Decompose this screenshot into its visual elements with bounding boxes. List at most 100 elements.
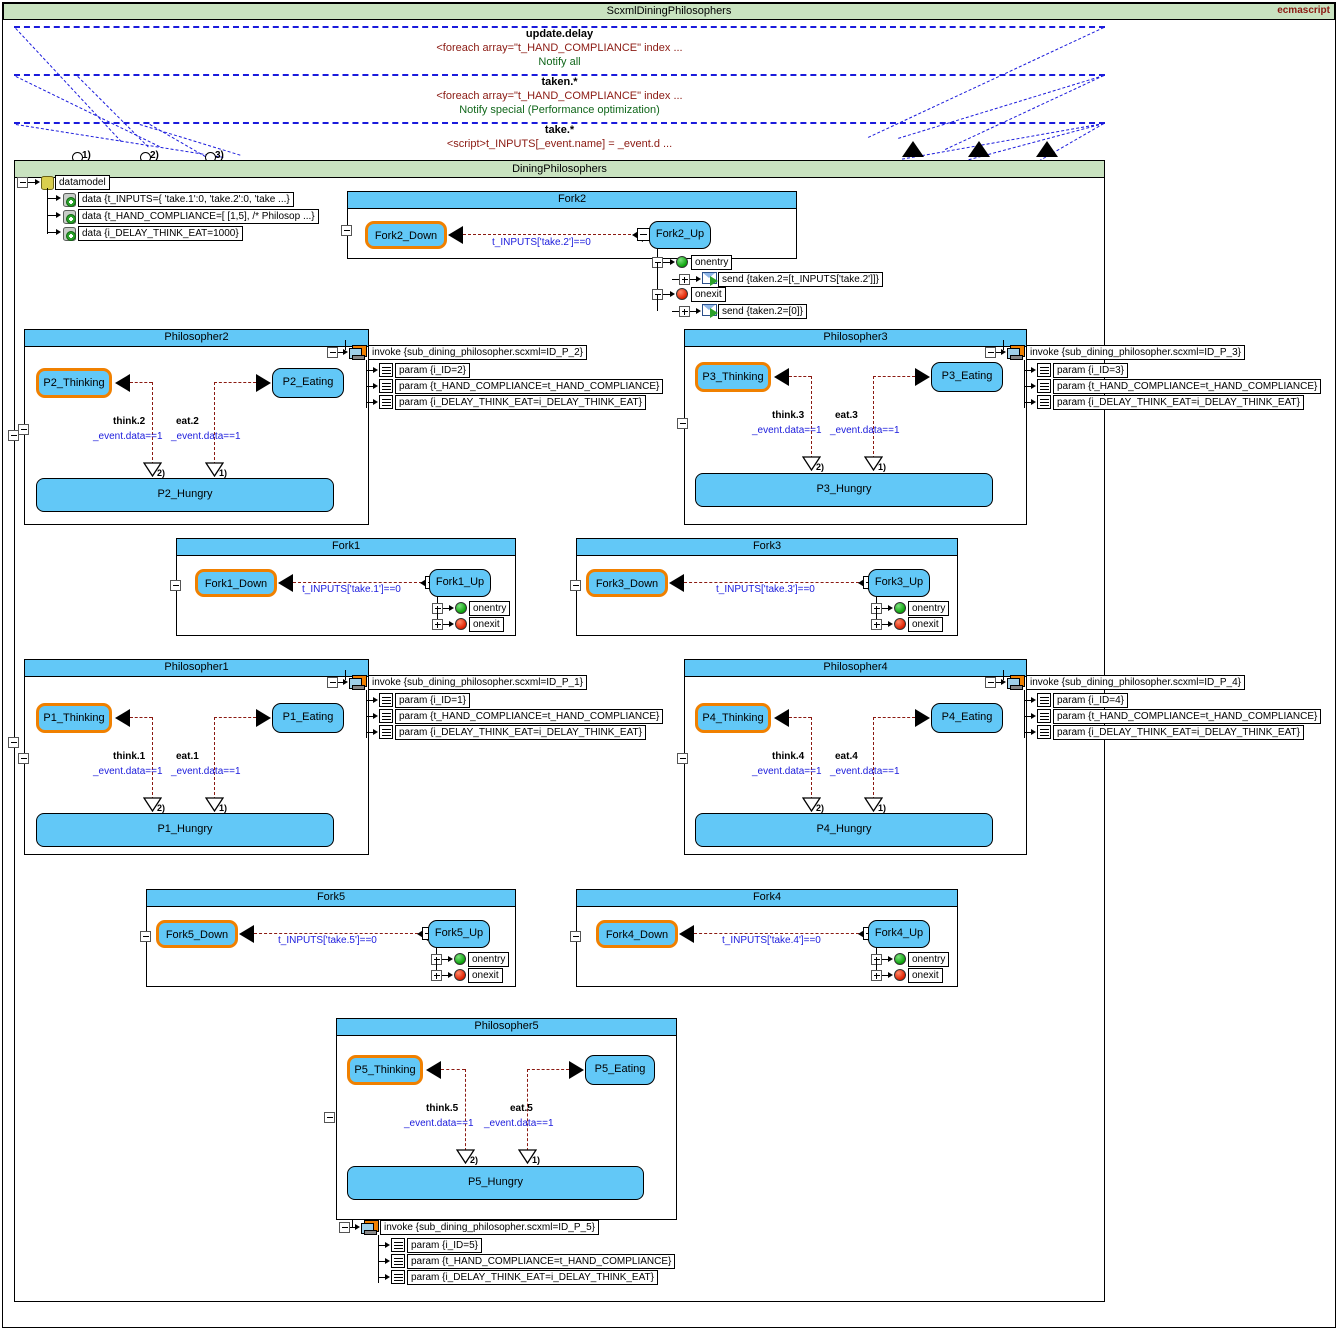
collapse-toggle-p4-invoke[interactable] xyxy=(985,677,996,688)
state-fork5-down[interactable]: Fork5_Down xyxy=(156,920,238,948)
collapse-toggle-p5-invoke[interactable] xyxy=(339,1222,350,1233)
invoke-icon xyxy=(361,1220,379,1235)
collapse-toggle-philosopher4[interactable] xyxy=(677,753,688,764)
collapse-toggle-p2-invoke[interactable] xyxy=(327,347,338,358)
transition-arrowhead xyxy=(669,574,684,592)
state-p4-thinking[interactable]: P4_Thinking xyxy=(695,703,771,733)
philosopher4-eat-guard: _event.data==1 xyxy=(830,766,900,777)
state-p1-thinking[interactable]: P1_Thinking xyxy=(36,703,112,733)
collapse-toggle-fork4[interactable] xyxy=(570,931,581,942)
state-p5-eating[interactable]: P5_Eating xyxy=(585,1055,655,1085)
transition-line xyxy=(789,376,811,377)
philosopher3-param: param {i_DELAY_THINK_EAT=i_DELAY_THINK_E… xyxy=(1053,395,1304,410)
expand-toggle-fork2-onexit-action[interactable] xyxy=(679,306,690,317)
tree-arrow xyxy=(449,605,454,611)
state-p3-eating[interactable]: P3_Eating xyxy=(931,362,1003,392)
transition-line xyxy=(873,717,874,800)
philosopher1-param: param {i_DELAY_THINK_EAT=i_DELAY_THINK_E… xyxy=(395,725,646,740)
param-icon xyxy=(391,1238,405,1252)
transition-line xyxy=(152,382,153,465)
fork5-onexit-label: onexit xyxy=(468,968,503,983)
state-p3-thinking[interactable]: P3_Thinking xyxy=(695,362,771,392)
state-fork3-up[interactable]: Fork3_Up xyxy=(868,569,930,597)
tree-arrow xyxy=(888,621,893,627)
philosopher4-header: Philosopher4 xyxy=(685,660,1026,677)
philosopher1-param: param {i_ID=1} xyxy=(395,693,470,708)
tree-arrow xyxy=(56,212,61,218)
collapse-toggle-philosopher1[interactable] xyxy=(18,753,29,764)
expand-toggle-fork1-onexit[interactable] xyxy=(432,619,443,630)
transition-arrowhead xyxy=(569,1061,584,1079)
junction-label: 1) xyxy=(878,803,887,813)
state-fork2-down[interactable]: Fork2_Down xyxy=(365,221,447,249)
state-fork5-up[interactable]: Fork5_Up xyxy=(428,920,490,948)
dining-philosophers-header: DiningPhilosophers xyxy=(15,161,1104,178)
state-fork4-down[interactable]: Fork4_Down xyxy=(596,920,678,948)
collapse-toggle-fork2[interactable] xyxy=(341,225,352,236)
state-p1-hungry[interactable]: P1_Hungry xyxy=(36,813,334,847)
collapse-toggle-philosopher2[interactable] xyxy=(18,424,29,435)
transition-line xyxy=(463,234,631,235)
collapse-toggle-philosopher5[interactable] xyxy=(324,1112,335,1123)
transition-line xyxy=(811,376,812,459)
expand-toggle-fork3-onexit[interactable] xyxy=(871,619,882,630)
tree-arrow xyxy=(448,956,453,962)
fork2-onexit-action: send {taken.2=[0]} xyxy=(718,304,807,319)
expand-toggle-fork4-onexit[interactable] xyxy=(871,970,882,981)
param-icon xyxy=(391,1270,405,1284)
tree-arrow xyxy=(449,621,454,627)
param-icon xyxy=(1037,693,1051,707)
junction-label: 2) xyxy=(816,462,825,472)
collapse-toggle-left-2[interactable] xyxy=(8,737,19,748)
transition-arrowhead xyxy=(774,709,789,727)
tree-arrow xyxy=(1031,697,1036,703)
state-p2-eating[interactable]: P2_Eating xyxy=(272,368,344,398)
philosopher5-title: Philosopher5 xyxy=(474,1020,539,1032)
tree-arrow xyxy=(696,276,701,282)
tree-arrow xyxy=(343,349,348,355)
fork5-guard-label: t_INPUTS['take.5']==0 xyxy=(278,935,377,946)
state-p4-hungry[interactable]: P4_Hungry xyxy=(695,813,993,847)
tree-connector xyxy=(1024,360,1026,408)
philosopher1-eat-event: eat.1 xyxy=(176,751,199,762)
state-fork1-down[interactable]: Fork1_Down xyxy=(195,569,277,597)
tree-arrow xyxy=(373,367,378,373)
fork2-title: Fork2 xyxy=(557,193,587,205)
state-p4-eating[interactable]: P4_Eating xyxy=(931,703,1003,733)
tree-arrow xyxy=(888,956,893,962)
onexit-icon xyxy=(676,288,688,300)
philosopher2-invoke: invoke {sub_dining_philosopher.scxml=ID_… xyxy=(368,345,587,360)
state-p2-thinking[interactable]: P2_Thinking xyxy=(36,368,112,398)
data-icon xyxy=(62,226,76,241)
philosopher3-eat-guard: _event.data==1 xyxy=(830,425,900,436)
collapse-toggle-datamodel[interactable] xyxy=(17,177,28,188)
philosopher5-eat-guard: _event.data==1 xyxy=(484,1118,554,1129)
collapse-toggle-p1-invoke[interactable] xyxy=(327,677,338,688)
state-p5-thinking[interactable]: P5_Thinking xyxy=(347,1055,423,1085)
philosopher4-eat-event: eat.4 xyxy=(835,751,858,762)
state-fork2-up[interactable]: Fork2_Up xyxy=(649,221,711,249)
state-fork4-up[interactable]: Fork4_Up xyxy=(868,920,930,948)
transition-line xyxy=(465,1069,466,1151)
collapse-toggle-philosopher3[interactable] xyxy=(677,418,688,429)
state-fork3-down[interactable]: Fork3_Down xyxy=(586,569,668,597)
state-fork1-up[interactable]: Fork1_Up xyxy=(429,569,491,597)
tree-connector xyxy=(1024,690,1026,738)
state-p2-hungry[interactable]: P2_Hungry xyxy=(36,478,334,512)
collapse-toggle-fork1[interactable] xyxy=(170,580,181,591)
state-p3-hungry[interactable]: P3_Hungry xyxy=(695,473,993,507)
junction-label: 2) xyxy=(157,803,166,813)
collapse-toggle-fork5[interactable] xyxy=(140,931,151,942)
collapse-toggle-p3-invoke[interactable] xyxy=(985,347,996,358)
expand-toggle-fork2-onentry-action[interactable] xyxy=(679,274,690,285)
collapse-toggle-fork3[interactable] xyxy=(570,580,581,591)
philosopher5-eat-event: eat.5 xyxy=(510,1103,533,1114)
transition-event-label: take.* xyxy=(544,124,575,136)
expand-toggle-fork5-onexit[interactable] xyxy=(431,970,442,981)
onexit-icon xyxy=(894,969,906,981)
state-p5-hungry[interactable]: P5_Hungry xyxy=(347,1166,644,1200)
state-p1-eating[interactable]: P1_Eating xyxy=(272,703,344,733)
philosopher3-think-event: think.3 xyxy=(772,410,805,421)
philosopher2-eat-event: eat.2 xyxy=(176,416,199,427)
junction-label: 2) xyxy=(816,803,825,813)
